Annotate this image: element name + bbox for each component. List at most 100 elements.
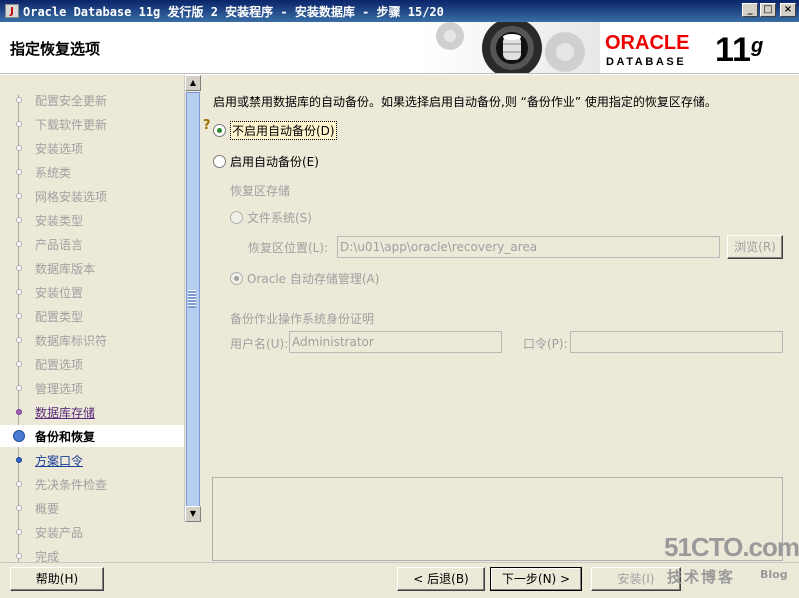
- scrollbar-grip-icon: [188, 290, 196, 308]
- radio-disable-backup[interactable]: ? 不启用自动备份(D): [203, 118, 337, 140]
- nav-step-label: 配置安全更新: [35, 93, 108, 108]
- nav-step-item[interactable]: 配置选项: [0, 353, 184, 375]
- backup-credentials-label: 备份作业操作系统身份证明: [230, 312, 375, 326]
- next-button[interactable]: 下一步(N) >: [490, 567, 582, 591]
- nav-step-item: 完成: [0, 545, 184, 562]
- step-dot-icon: [12, 190, 25, 203]
- nav-step-item[interactable]: 产品语言: [0, 233, 184, 255]
- nav-step-item[interactable]: 数据库标识符: [0, 329, 184, 351]
- nav-step-item[interactable]: 安装类型: [0, 209, 184, 231]
- step-dot-icon: [12, 478, 25, 491]
- nav-step-label: 网格安装选项: [35, 189, 108, 204]
- recovery-location-input[interactable]: D:\u01\app\oracle\recovery_area: [337, 236, 720, 258]
- step-dot-icon: [12, 382, 25, 395]
- message-pane: [212, 477, 783, 561]
- nav-step-label: 管理选项: [35, 381, 84, 396]
- nav-step-label: 安装类型: [35, 213, 84, 228]
- username-input[interactable]: Administrator: [289, 331, 502, 353]
- current-step-icon: [12, 430, 25, 443]
- password-input[interactable]: [570, 331, 783, 353]
- nav-step-label: 数据库版本: [35, 261, 96, 276]
- nav-step-item: 安装产品: [0, 521, 184, 543]
- nav-step-item[interactable]: 配置类型: [0, 305, 184, 327]
- window-title: Oracle Database 11g 发行版 2 安装程序 - 安装数据库 -…: [23, 4, 444, 19]
- recovery-location-label: 恢复区位置(L):: [248, 241, 329, 255]
- step-dot-icon: [12, 454, 25, 467]
- step-dot-icon: [12, 526, 25, 539]
- step-dot-icon: [12, 238, 25, 251]
- nav-step-item: 备份和恢复: [0, 425, 184, 447]
- nav-step-item: 概要: [0, 497, 184, 519]
- install-button[interactable]: 安装(I): [591, 567, 681, 591]
- nav-step-item[interactable]: 方案口令: [0, 449, 184, 471]
- nav-step-item[interactable]: 安装选项: [0, 137, 184, 159]
- step-dot-icon: [12, 334, 25, 347]
- nav-step-label: 安装位置: [35, 285, 84, 300]
- radio-filesystem-circle[interactable]: [230, 211, 243, 224]
- nav-step-label: 系统类: [35, 165, 72, 180]
- scroll-down-arrow-icon[interactable]: ▼: [185, 506, 201, 522]
- help-button[interactable]: 帮助(H): [10, 567, 104, 591]
- main-area: 配置安全更新 下载软件更新 安装选项系统类网格安装选项 安装类型产品语言数据库版本安装…: [0, 75, 799, 562]
- steps-navigation: 配置安全更新 下载软件更新 安装选项系统类网格安装选项 安装类型产品语言数据库版本安装…: [0, 75, 184, 562]
- nav-step-label: 方案口令: [35, 453, 84, 468]
- nav-step-item[interactable]: 管理选项: [0, 377, 184, 399]
- step-dot-icon: [12, 118, 25, 131]
- nav-step-item[interactable]: 系统类: [0, 161, 184, 183]
- logo-database-text: DATABASE: [606, 56, 687, 68]
- radio-filesystem[interactable]: 文件系统(S): [230, 209, 312, 226]
- step-header: 指定恢复选项 ORACLE DATABASE 11g: [0, 22, 799, 74]
- radio-disable-backup-label: 不启用自动备份(D): [230, 121, 337, 140]
- nav-step-item[interactable]: 网格安装选项: [0, 185, 184, 207]
- radio-enable-backup[interactable]: 启用自动备份(E): [213, 153, 319, 170]
- browse-button[interactable]: 浏览(R): [727, 235, 783, 259]
- page-title: 指定恢复选项: [10, 40, 101, 58]
- step-description: 启用或禁用数据库的自动备份。如果选择启用自动备份,则 “备份作业” 使用指定的恢…: [213, 95, 717, 109]
- step-dot-icon: [12, 502, 25, 515]
- logo-oracle-text: ORACLE: [605, 32, 690, 54]
- nav-step-label: 备份和恢复: [35, 429, 96, 444]
- recovery-storage-label: 恢复区存储: [230, 184, 291, 198]
- step-dot-icon: [12, 214, 25, 227]
- radio-asm-circle[interactable]: [230, 272, 243, 285]
- java-app-icon: J: [5, 4, 19, 18]
- minimize-button[interactable]: _: [742, 3, 758, 17]
- nav-step-item: 先决条件检查: [0, 473, 184, 495]
- nav-step-item[interactable]: 下载软件更新: [0, 113, 184, 135]
- nav-step-item[interactable]: 配置安全更新: [0, 89, 184, 111]
- radio-asm[interactable]: Oracle 自动存储管理(A): [230, 270, 379, 287]
- radio-enable-backup-label: 启用自动备份(E): [230, 155, 319, 169]
- radio-asm-label: Oracle 自动存储管理(A): [247, 272, 380, 286]
- nav-step-label: 下载软件更新: [35, 117, 108, 132]
- password-label: 口令(P):: [523, 337, 568, 351]
- scroll-up-arrow-icon[interactable]: ▲: [185, 75, 201, 91]
- nav-scrollbar[interactable]: ▲ ▼: [184, 75, 201, 522]
- nav-step-item[interactable]: 数据库存储: [0, 401, 184, 423]
- radio-disable-backup-circle[interactable]: [213, 124, 226, 137]
- maximize-button[interactable]: □: [760, 3, 776, 17]
- window-controls: _ □ ×: [742, 3, 796, 17]
- oracle-database-11g-logo: ORACLE DATABASE 11g: [605, 30, 795, 72]
- nav-step-label: 产品语言: [35, 237, 84, 252]
- close-button[interactable]: ×: [780, 3, 796, 17]
- step-dot-icon: [12, 406, 25, 419]
- step-dot-icon: [12, 94, 25, 107]
- nav-step-item[interactable]: 安装位置: [0, 281, 184, 303]
- nav-step-label: 安装产品: [35, 525, 84, 540]
- title-bar: J Oracle Database 11g 发行版 2 安装程序 - 安装数据库…: [0, 0, 799, 22]
- button-bar: 帮助(H) < 后退(B) 下一步(N) > 安装(I): [0, 562, 799, 598]
- hint-bulb-icon: ?: [203, 118, 211, 133]
- step-dot-icon: [12, 310, 25, 323]
- radio-enable-backup-circle[interactable]: [213, 155, 226, 168]
- nav-step-item[interactable]: 数据库版本: [0, 257, 184, 279]
- username-label: 用户名(U):: [230, 337, 289, 351]
- nav-step-label: 安装选项: [35, 141, 84, 156]
- step-dot-icon: [12, 286, 25, 299]
- back-button[interactable]: < 后退(B): [397, 567, 485, 591]
- content-panel: 启用或禁用数据库的自动备份。如果选择启用自动备份,则 “备份作业” 使用指定的恢…: [203, 75, 799, 562]
- nav-step-label: 数据库存储: [35, 405, 96, 420]
- nav-step-label: 先决条件检查: [35, 477, 108, 492]
- logo-version: 11g: [715, 31, 764, 69]
- step-dot-icon: [12, 262, 25, 275]
- nav-step-label: 数据库标识符: [35, 333, 108, 348]
